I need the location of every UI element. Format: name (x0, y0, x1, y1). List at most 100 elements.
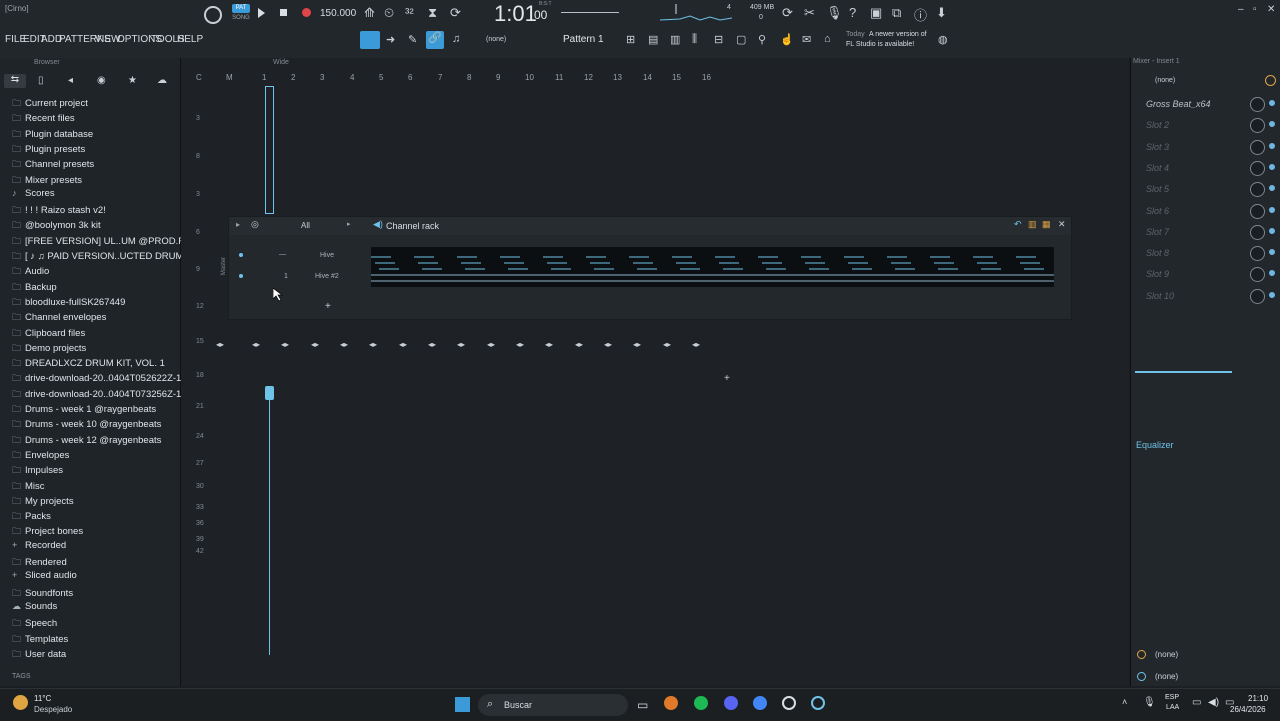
add-insert-icon[interactable]: + (724, 373, 730, 384)
browser-item[interactable]: 🗀 User data (12, 647, 66, 663)
slot-mix-knob[interactable] (1250, 224, 1265, 240)
pattern-name[interactable]: Pattern 1 (563, 34, 604, 45)
mixer-slot[interactable]: Gross Beat_x64 (1146, 99, 1211, 109)
windows-start-icon[interactable] (455, 697, 470, 712)
shop-icon[interactable]: ⌂ (824, 33, 831, 45)
pan-knob-icon[interactable]: ◂▸ (604, 340, 612, 349)
touch-icon[interactable]: ☝ (780, 33, 794, 46)
ruler-marker[interactable]: 7 (438, 73, 442, 82)
wait-icon[interactable]: ⏲ (384, 5, 394, 21)
clock-time[interactable]: 21:10 (1248, 694, 1268, 703)
ruler-marker[interactable]: 9 (496, 73, 500, 82)
browser-icon[interactable]: ▢ (736, 33, 746, 46)
chrome-app-icon[interactable] (753, 696, 767, 710)
pan-knob-icon[interactable]: ◂▸ (516, 340, 524, 349)
playlist-icon[interactable]: ▤ (648, 33, 658, 46)
spotify-app-icon[interactable] (694, 696, 708, 710)
pan-knob-icon[interactable]: ◂▸ (692, 340, 700, 349)
network-icon[interactable]: ▭ (1192, 697, 1201, 708)
browser-plugins-icon[interactable]: ◂ (68, 75, 73, 86)
browser-item[interactable]: 🗀 Drums - week 10 @raygenbeats (12, 417, 161, 433)
link-icon[interactable]: 🔗 (426, 31, 444, 49)
browser-item[interactable]: 🗀 Soundfonts (12, 586, 73, 602)
menu-item-help[interactable]: HELP (177, 34, 203, 45)
mixer-clock-icon[interactable] (1265, 75, 1276, 86)
ruler-marker[interactable]: 13 (613, 73, 622, 82)
tools-icon[interactable]: ✂ (804, 5, 815, 21)
ruler-marker[interactable]: 4 (350, 73, 354, 82)
pan-knob-icon[interactable]: ◂▸ (252, 340, 260, 349)
browser-item[interactable]: 🗀 Templates (12, 632, 68, 648)
mixer-slot[interactable]: Slot 6 (1146, 206, 1169, 216)
ruler-marker[interactable]: 12 (584, 73, 593, 82)
slot-enable-led[interactable] (1269, 227, 1275, 234)
refresh-icon[interactable]: ⟳ (782, 5, 793, 21)
browser-item[interactable]: 🗀 My projects (12, 494, 74, 510)
pan-knob-icon[interactable]: ◂▸ (281, 340, 289, 349)
maximize-icon[interactable]: ▫ (1253, 4, 1257, 15)
tempo-display[interactable]: 150.000 (320, 8, 356, 19)
plus-pattern-icon[interactable]: ⊞ (626, 33, 635, 46)
stop-icon[interactable] (280, 9, 287, 16)
browser-item[interactable]: 🗀 Clipboard files (12, 326, 85, 342)
browser-item[interactable]: + Recorded (12, 540, 66, 551)
playhead-marker[interactable] (265, 86, 274, 214)
pan-knob-icon[interactable]: ◂▸ (457, 340, 465, 349)
language-1[interactable]: ESP (1165, 694, 1179, 701)
channel-route[interactable]: 1 (284, 273, 288, 280)
clock-date[interactable]: 26/4/2026 (1230, 705, 1266, 714)
browser-item[interactable]: 🗀! ! ! Raizo stash v2! (12, 203, 106, 219)
tray-mic-icon[interactable]: 🎙 (1143, 697, 1156, 708)
slot-mix-knob[interactable] (1250, 160, 1265, 176)
mixer-slot[interactable]: Slot 4 (1146, 163, 1169, 173)
mixer-output-2[interactable]: (none) (1155, 672, 1178, 681)
filter-arrow-icon[interactable]: ▸ (347, 220, 351, 228)
browser-item[interactable]: ♪ Scores (12, 188, 55, 199)
fl-studio-app-icon[interactable] (664, 696, 678, 710)
pan-knob-icon[interactable]: ◂▸ (399, 340, 407, 349)
slot-mix-knob[interactable] (1250, 139, 1265, 155)
channel-led[interactable] (239, 274, 243, 278)
channel-rack-icon[interactable]: ⊟ (714, 33, 723, 46)
ruler-marker[interactable]: M (226, 73, 233, 82)
stamp-icon[interactable]: ♫ (452, 33, 460, 45)
browser-item[interactable]: 🗀[ ♪ ♫ PAID VERSION..UCTED DRUM KIT (12, 249, 201, 265)
mixer-slot[interactable]: Slot 5 (1146, 184, 1169, 194)
mixer-slot[interactable]: Slot 9 (1146, 269, 1169, 279)
browser-item[interactable]: + Sliced audio (12, 570, 77, 581)
pan-knob-icon[interactable]: ◂▸ (633, 340, 641, 349)
ruler-marker[interactable]: 10 (525, 73, 534, 82)
channel-route[interactable]: — (279, 251, 286, 258)
mixer-slot[interactable]: Slot 7 (1146, 227, 1169, 237)
pan-knob-icon[interactable]: ◂▸ (487, 340, 495, 349)
minimize-icon[interactable]: – (1238, 4, 1244, 15)
browser-item[interactable]: 🗀 Audio (12, 264, 49, 280)
channel-rack-close-icon[interactable]: ✕ (1058, 219, 1066, 230)
browser-item[interactable]: 🗀 Rendered (12, 555, 67, 571)
browser-item[interactable]: 🗀 Recent files (12, 111, 75, 127)
browser-all-tab[interactable]: ⇆ (4, 74, 26, 88)
browser-item[interactable]: 🗀 Channel envelopes (12, 310, 106, 326)
slot-enable-led[interactable] (1269, 100, 1275, 106)
add-channel-icon[interactable]: + (325, 301, 331, 312)
browser-item[interactable]: 🗀 Impulses (12, 463, 63, 479)
globe-icon[interactable]: ◍ (938, 33, 948, 46)
slot-enable-led[interactable] (1269, 206, 1275, 213)
microphone-icon[interactable]: 🎙 (826, 5, 843, 21)
browser-item[interactable]: 🗀 Plugin presets (12, 142, 85, 158)
channel-led[interactable] (239, 253, 243, 257)
pattern-select[interactable]: (none) (486, 36, 506, 43)
mixer-icon[interactable]: ⫼ (692, 33, 697, 46)
save-icon[interactable]: ▣ (870, 5, 882, 21)
undo-icon[interactable]: ↶ (1014, 219, 1022, 230)
mixer-output-1[interactable]: (none) (1155, 650, 1178, 659)
app-icon[interactable] (782, 696, 796, 710)
browser-item[interactable]: 🗀 Backup (12, 280, 57, 296)
browser-item[interactable]: ☁ Sounds (12, 601, 57, 612)
mixer-slot[interactable]: Slot 10 (1146, 291, 1174, 301)
app-icon[interactable] (811, 696, 825, 710)
plugin-picker-icon[interactable]: ⚲ (758, 33, 766, 46)
pan-knob-icon[interactable]: ◂▸ (311, 340, 319, 349)
browser-item[interactable]: 🗀 Mixer presets (12, 173, 82, 189)
pan-knob-icon[interactable]: ◂▸ (340, 340, 348, 349)
